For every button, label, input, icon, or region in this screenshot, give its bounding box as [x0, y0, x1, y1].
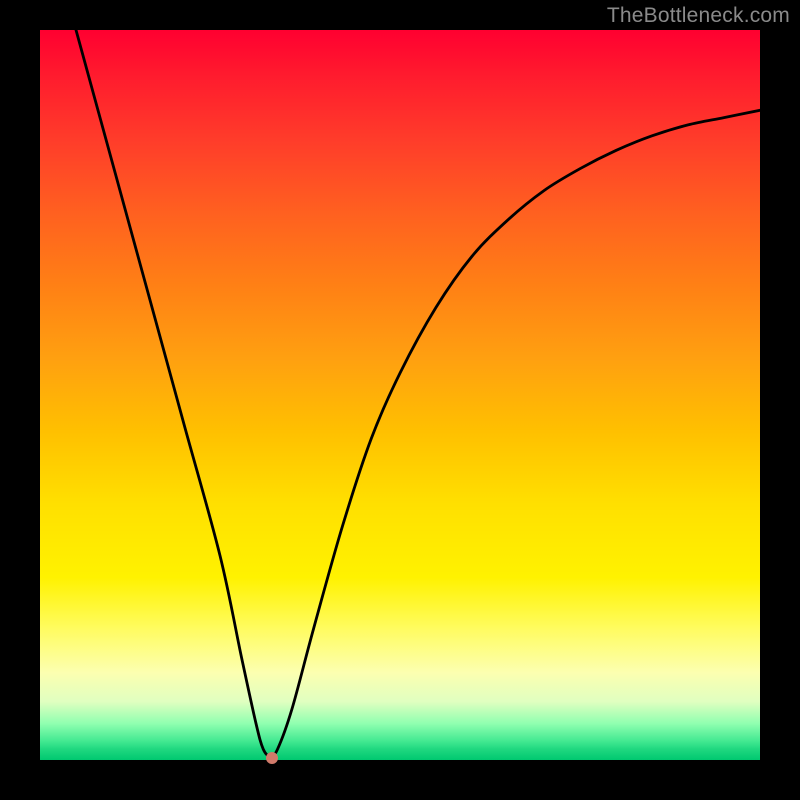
chart-container: TheBottleneck.com	[0, 0, 800, 800]
curve-svg	[40, 30, 760, 760]
marker-dot	[266, 752, 278, 764]
watermark-text: TheBottleneck.com	[607, 4, 790, 28]
bottleneck-curve	[76, 30, 760, 756]
